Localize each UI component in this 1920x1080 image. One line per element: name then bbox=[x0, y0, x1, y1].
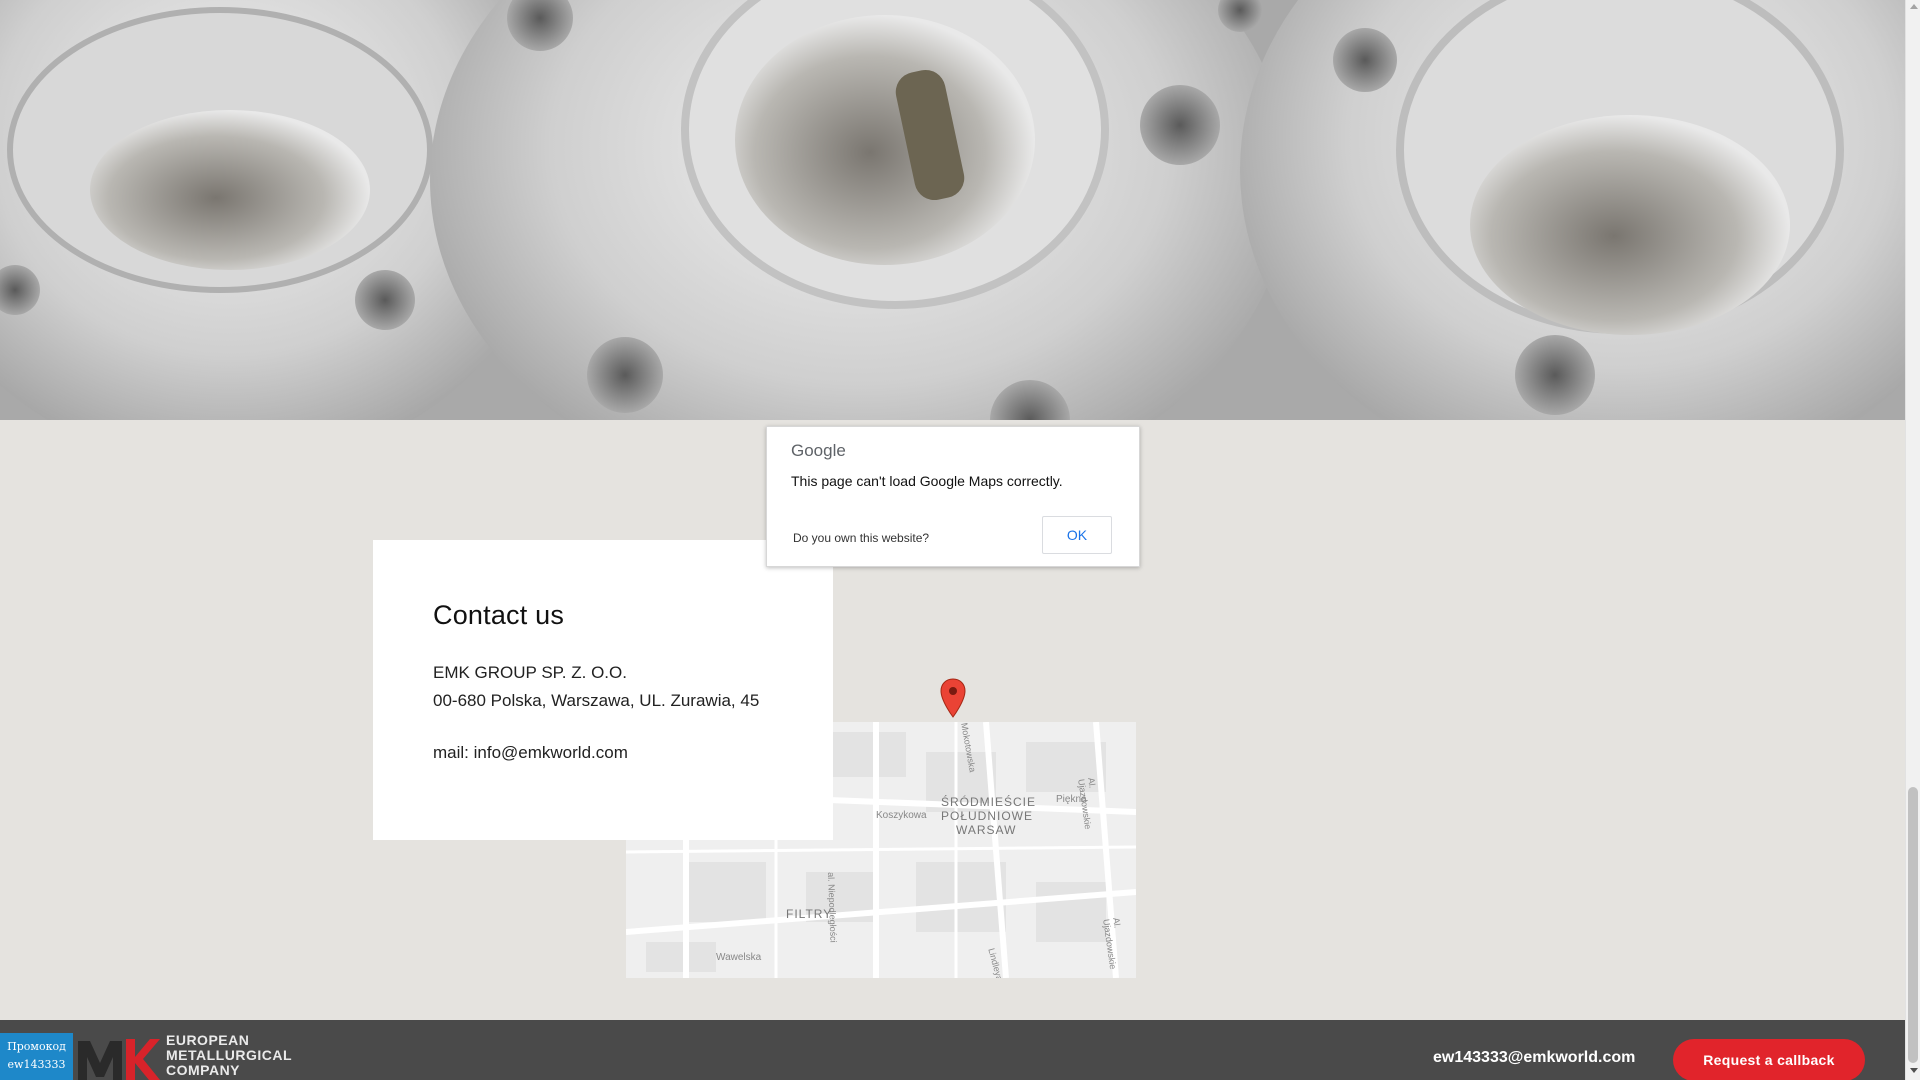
request-callback-button[interactable]: Request a callback bbox=[1673, 1039, 1865, 1080]
footer-email-link[interactable]: ew143333@emkworld.com bbox=[1433, 1049, 1635, 1067]
page-viewport: ŚRÓDMIEŚCIE POŁUDNIOWE WARSAW FILTRY Kos… bbox=[0, 0, 1905, 1080]
google-map[interactable]: ŚRÓDMIEŚCIE POŁUDNIOWE WARSAW FILTRY Kos… bbox=[0, 420, 1905, 1020]
emk-logo-icon bbox=[78, 1039, 160, 1080]
hero-image-flanges bbox=[0, 0, 1905, 420]
logo-line-3: COMPANY bbox=[166, 1062, 241, 1078]
promo-label: Промокод bbox=[7, 1040, 66, 1053]
logo-text: EUROPEAN METALLURGICAL COMPANY bbox=[166, 1033, 292, 1078]
logo-line-2: METALLURGICAL bbox=[166, 1047, 292, 1063]
contact-mail: mail: info@emkworld.com bbox=[433, 743, 628, 762]
contact-title: Contact us bbox=[433, 600, 565, 630]
google-logo: Google bbox=[791, 441, 846, 460]
contact-company: EMK GROUP SP. Z. O.O. bbox=[433, 663, 627, 682]
ok-button[interactable]: OK bbox=[1042, 516, 1112, 554]
scroll-up-arrow-icon[interactable] bbox=[1910, 4, 1918, 9]
map-label-koszykowa: Koszykowa bbox=[876, 810, 927, 821]
map-label-wawelska: Wawelska bbox=[716, 952, 762, 963]
map-label-district-3: WARSAW bbox=[956, 823, 1017, 837]
map-marker-icon[interactable] bbox=[940, 678, 966, 718]
scroll-down-arrow-icon[interactable] bbox=[1910, 1068, 1918, 1073]
contact-card: Contact us EMK GROUP SP. Z. O.O. 00-680 … bbox=[373, 540, 833, 840]
logo-line-1: EUROPEAN bbox=[166, 1032, 250, 1048]
map-label-district-2: POŁUDNIOWE bbox=[941, 809, 1034, 823]
own-website-link[interactable]: Do you own this website? bbox=[793, 531, 929, 545]
scroll-thumb[interactable] bbox=[1908, 787, 1918, 1063]
page-scrollbar[interactable] bbox=[1905, 0, 1920, 1080]
promo-code: ew143333 bbox=[7, 1058, 66, 1071]
map-label-filtry: FILTRY bbox=[786, 907, 833, 921]
emk-logo[interactable]: EUROPEAN METALLURGICAL COMPANY bbox=[76, 1033, 292, 1080]
contact-address: 00-680 Polska, Warszawa, UL. Zurawia, 45 bbox=[433, 691, 760, 710]
map-error-message: This page can't load Google Maps correct… bbox=[791, 473, 1063, 489]
map-label-district-1: ŚRÓDMIEŚCIE bbox=[941, 795, 1037, 809]
promo-code-badge[interactable]: Промокод ew143333 bbox=[0, 1033, 73, 1080]
map-error-dialog: Google This page can't load Google Maps … bbox=[766, 426, 1140, 567]
